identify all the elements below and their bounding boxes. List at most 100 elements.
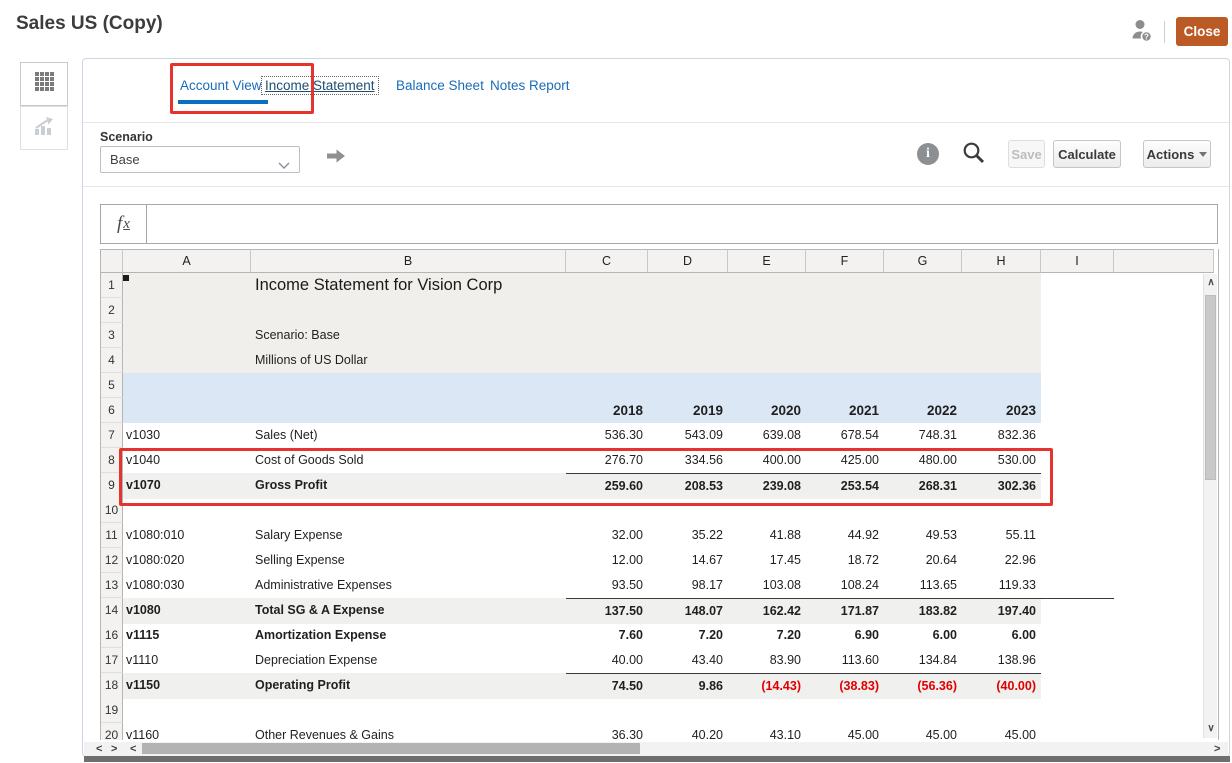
go-arrow-icon[interactable] <box>327 148 346 169</box>
cell-value[interactable]: 74.50 <box>566 673 648 699</box>
cell-account-label[interactable]: Administrative Expenses <box>251 573 566 598</box>
cell-extra[interactable] <box>1114 298 1214 323</box>
cell-account-label[interactable]: Selling Expense <box>251 548 566 573</box>
cell-value[interactable] <box>962 273 1041 298</box>
cell-value[interactable]: 400.00 <box>728 448 806 473</box>
cell-account-label[interactable]: Operating Profit <box>251 673 566 699</box>
row-header-3[interactable]: 3 <box>101 323 123 348</box>
cell-value[interactable] <box>884 698 962 723</box>
cell-value[interactable]: 183.82 <box>884 598 962 624</box>
tab-balance-sheet[interactable]: Balance Sheet <box>396 78 484 93</box>
cell-value[interactable]: 7.20 <box>648 623 728 648</box>
cell-account-code[interactable]: v1080 <box>123 598 251 624</box>
cell-value[interactable]: 43.10 <box>728 723 806 740</box>
cell-value[interactable]: 639.08 <box>728 423 806 448</box>
cell-value[interactable] <box>806 273 884 298</box>
scroll-right-arrow[interactable]: > <box>1214 742 1220 756</box>
scenario-select[interactable]: Base <box>100 146 300 173</box>
cell-value[interactable] <box>884 498 962 523</box>
cell-col-i[interactable] <box>1041 698 1114 723</box>
cell-value[interactable]: 148.07 <box>648 598 728 624</box>
cell-value[interactable]: 113.60 <box>806 648 884 673</box>
cell-value[interactable]: 43.40 <box>648 648 728 673</box>
cell-account-label[interactable]: Total SG & A Expense <box>251 598 566 624</box>
cell-value[interactable]: 40.20 <box>648 723 728 740</box>
cell-value[interactable] <box>806 298 884 323</box>
row-header-13[interactable]: 13 <box>101 573 123 598</box>
cell-account-label[interactable]: Income Statement for Vision Corp <box>251 273 566 298</box>
cell-value[interactable] <box>806 498 884 523</box>
info-icon[interactable]: i <box>917 143 939 165</box>
cell-col-i[interactable] <box>1041 598 1114 624</box>
cell-value[interactable] <box>962 373 1041 398</box>
col-header-H[interactable]: H <box>962 249 1041 273</box>
cell-value[interactable] <box>962 323 1041 348</box>
cell-value[interactable]: 832.36 <box>962 423 1041 448</box>
cell-value[interactable]: 678.54 <box>806 423 884 448</box>
cell-value[interactable] <box>648 273 728 298</box>
cell-account-label[interactable] <box>251 698 566 723</box>
cell-account-code[interactable] <box>123 298 251 323</box>
cell-value[interactable] <box>648 298 728 323</box>
cell-value[interactable] <box>728 498 806 523</box>
cell-value[interactable] <box>962 298 1041 323</box>
cell-account-label[interactable]: Sales (Net) <box>251 423 566 448</box>
cell-value[interactable]: 45.00 <box>806 723 884 740</box>
cell-value[interactable]: 197.40 <box>962 598 1041 624</box>
col-header-I[interactable]: I <box>1041 249 1114 273</box>
cell-account-code[interactable]: v1110 <box>123 648 251 673</box>
cell-value[interactable]: 2023 <box>962 398 1041 423</box>
cell-value[interactable]: 6.00 <box>884 623 962 648</box>
cell-extra[interactable] <box>1114 673 1214 699</box>
cell-value[interactable]: 2020 <box>728 398 806 423</box>
col-header-C[interactable]: C <box>566 249 648 273</box>
cell-account-code[interactable] <box>123 498 251 523</box>
horizontal-scrollbar[interactable]: < > < > <box>84 742 1228 756</box>
tab-account-view[interactable]: Account View <box>180 78 262 93</box>
cell-value[interactable] <box>566 273 648 298</box>
row-header-1[interactable]: 1 <box>101 273 123 298</box>
row-header-20[interactable]: 20 <box>101 723 123 740</box>
cell-value[interactable]: 7.20 <box>728 623 806 648</box>
save-button[interactable]: Save <box>1008 140 1045 168</box>
cell-value[interactable] <box>566 498 648 523</box>
cell-account-code[interactable]: v1115 <box>123 623 251 648</box>
tab-income-statement[interactable]: Income Statement <box>262 77 378 94</box>
row-header-14[interactable]: 14 <box>101 598 123 624</box>
cell-extra[interactable] <box>1114 348 1214 373</box>
cell-value[interactable]: 7.60 <box>566 623 648 648</box>
cell-value[interactable] <box>884 273 962 298</box>
cell-account-code[interactable] <box>123 698 251 723</box>
cell-account-label[interactable] <box>251 373 566 398</box>
cell-value[interactable]: 55.11 <box>962 523 1041 548</box>
row-header-5[interactable]: 5 <box>101 373 123 398</box>
cell-extra[interactable] <box>1114 723 1214 740</box>
row-header-19[interactable]: 19 <box>101 698 123 723</box>
cell-value[interactable]: 2018 <box>566 398 648 423</box>
cell-extra[interactable] <box>1114 448 1214 473</box>
cell-extra[interactable] <box>1114 498 1214 523</box>
cell-account-label[interactable]: Gross Profit <box>251 473 566 499</box>
cell-account-label[interactable]: Other Revenues & Gains <box>251 723 566 740</box>
cell-value[interactable]: 9.86 <box>648 673 728 699</box>
cell-col-i[interactable] <box>1041 548 1114 573</box>
row-header-16[interactable]: 16 <box>101 623 123 648</box>
cell-extra[interactable] <box>1114 698 1214 723</box>
cell-value[interactable]: 35.22 <box>648 523 728 548</box>
horizontal-scrollbar-thumb[interactable] <box>142 743 640 754</box>
cell-col-i[interactable] <box>1041 498 1114 523</box>
cell-extra[interactable] <box>1114 423 1214 448</box>
cell-value[interactable] <box>728 373 806 398</box>
cell-value[interactable] <box>806 323 884 348</box>
row-header-6[interactable]: 6 <box>101 398 123 423</box>
cell-account-code[interactable]: v1040 <box>123 448 251 473</box>
cell-value[interactable]: 276.70 <box>566 448 648 473</box>
cell-value[interactable] <box>648 373 728 398</box>
cell-value[interactable] <box>728 273 806 298</box>
cell-account-label[interactable]: Cost of Goods Sold <box>251 448 566 473</box>
cell-value[interactable] <box>566 698 648 723</box>
search-icon[interactable] <box>962 141 986 170</box>
cell-value[interactable] <box>648 698 728 723</box>
cell-value[interactable]: 6.00 <box>962 623 1041 648</box>
cell-col-i[interactable] <box>1041 723 1114 740</box>
